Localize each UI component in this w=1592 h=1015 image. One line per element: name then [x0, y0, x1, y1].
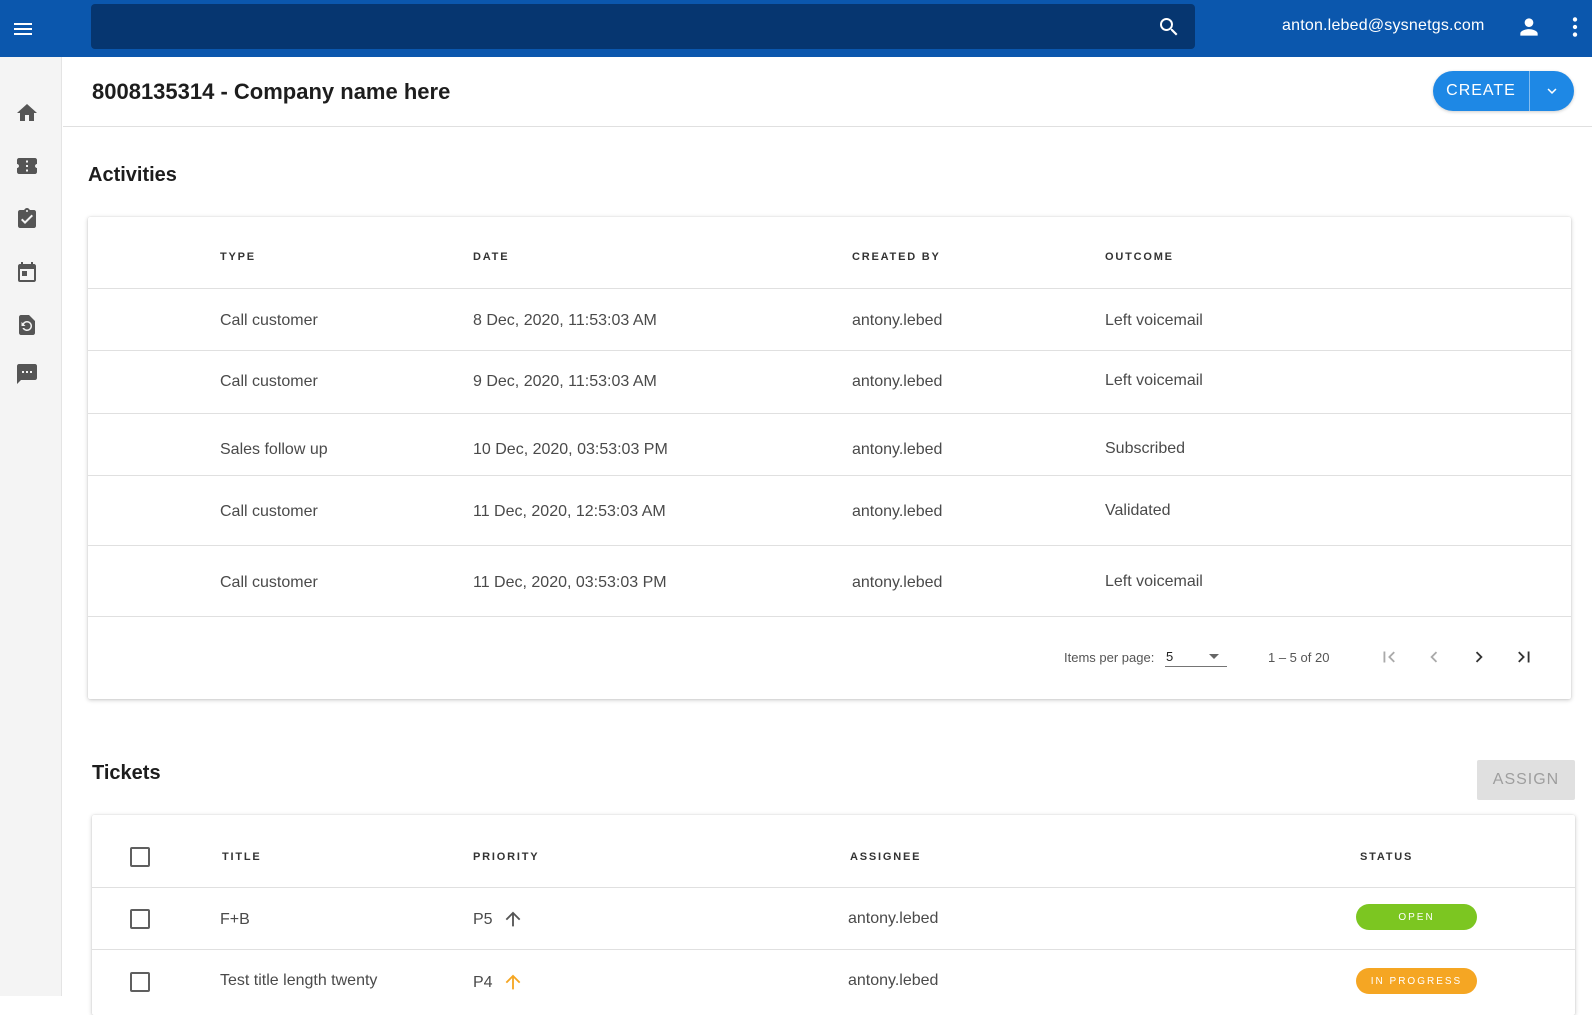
user-email: anton.lebed@sysnetgs.com: [1282, 17, 1485, 34]
last-page-button[interactable]: [1508, 641, 1540, 673]
cell-title: F+B: [220, 911, 250, 928]
cell-assignee: antony.lebed: [848, 910, 939, 927]
cell-title: Test title length twenty: [220, 972, 378, 989]
home-icon[interactable]: [14, 100, 40, 126]
row-checkbox[interactable]: [130, 972, 150, 992]
chat-icon[interactable]: [14, 361, 40, 387]
cell-created-by: antony.lebed: [852, 373, 943, 390]
cell-date: 8 Dec, 2020, 11:53:03 AM: [473, 312, 657, 329]
search-icon[interactable]: [1157, 15, 1181, 44]
column-header-type[interactable]: TYPE: [220, 251, 256, 263]
sidebar: [0, 57, 62, 996]
tickets-table: TITLE PRIORITY ASSIGNEE STATUS F+B P5 an…: [92, 815, 1575, 1015]
cell-priority: P5: [473, 911, 493, 928]
divider: [88, 475, 1571, 476]
column-header-outcome[interactable]: OUTCOME: [1105, 251, 1174, 263]
cell-date: 9 Dec, 2020, 11:53:03 AM: [473, 373, 657, 390]
range-label: 1 – 5 of 20: [1268, 650, 1330, 665]
items-per-page-value: 5: [1166, 649, 1174, 664]
more-vert-icon[interactable]: [1566, 14, 1584, 45]
cell-outcome: Left voicemail: [1105, 573, 1203, 590]
divider: [88, 288, 1571, 289]
status-badge: IN PROGRESS: [1356, 968, 1477, 994]
row-checkbox[interactable]: [130, 909, 150, 929]
cell-date: 10 Dec, 2020, 03:53:03 PM: [473, 441, 668, 458]
cell-outcome: Left voicemail: [1105, 312, 1203, 329]
column-header-created-by[interactable]: CREATED BY: [852, 251, 941, 263]
cell-date: 11 Dec, 2020, 12:53:03 AM: [473, 503, 666, 520]
cell-type: Call customer: [220, 574, 318, 591]
create-button[interactable]: CREATE: [1433, 82, 1529, 100]
cell-created-by: antony.lebed: [852, 503, 943, 520]
menu-icon[interactable]: [0, 0, 46, 57]
next-page-button[interactable]: [1463, 641, 1495, 673]
search-bar[interactable]: [91, 4, 1195, 49]
cell-outcome: Subscribed: [1105, 440, 1186, 457]
cell-type: Call customer: [220, 373, 318, 390]
first-page-icon: [1383, 651, 1395, 663]
top-app-bar: anton.lebed@sysnetgs.com: [0, 0, 1592, 57]
divider: [88, 545, 1571, 546]
cell-assignee: antony.lebed: [848, 972, 939, 989]
dropdown-arrow-icon: [1209, 654, 1219, 659]
cell-outcome: Left voicemail: [1105, 372, 1203, 389]
chevron-left-icon: [1430, 651, 1438, 663]
items-per-page-select[interactable]: 5: [1165, 645, 1227, 667]
cell-date: 11 Dec, 2020, 03:53:03 PM: [473, 574, 667, 591]
arrow-up-icon: [502, 971, 524, 998]
previous-page-button[interactable]: [1418, 641, 1450, 673]
calendar-icon[interactable]: [14, 259, 40, 285]
arrow-up-icon: [502, 908, 524, 935]
select-all-checkbox[interactable]: [130, 847, 150, 867]
chevron-right-icon: [1475, 651, 1483, 663]
page-header: 8008135314 - Company name here CREATE: [63, 57, 1592, 127]
cell-created-by: antony.lebed: [852, 312, 943, 329]
cell-type: Sales follow up: [220, 441, 328, 458]
divider: [88, 413, 1571, 414]
activities-table: TYPE DATE CREATED BY OUTCOME Call custom…: [88, 217, 1571, 699]
divider: [92, 949, 1575, 950]
chevron-down-icon[interactable]: [1530, 82, 1574, 100]
divider: [88, 350, 1571, 351]
cell-created-by: antony.lebed: [852, 441, 943, 458]
divider: [88, 616, 1571, 617]
account-icon[interactable]: [1516, 14, 1542, 45]
column-header-title[interactable]: TITLE: [222, 851, 262, 863]
last-page-icon: [1518, 651, 1530, 663]
activities-title: Activities: [88, 164, 177, 186]
first-page-button[interactable]: [1373, 641, 1405, 673]
cell-type: Call customer: [220, 503, 318, 520]
create-split-button: CREATE: [1433, 71, 1574, 111]
assignment-icon[interactable]: [14, 206, 40, 232]
status-badge: OPEN: [1356, 904, 1477, 930]
column-header-status[interactable]: STATUS: [1360, 851, 1413, 863]
assign-button[interactable]: ASSIGN: [1477, 760, 1575, 800]
history-icon[interactable]: [14, 312, 40, 338]
column-header-priority[interactable]: PRIORITY: [473, 851, 539, 863]
tickets-title: Tickets: [92, 762, 161, 784]
cell-type: Call customer: [220, 312, 318, 329]
column-header-assignee[interactable]: ASSIGNEE: [850, 851, 921, 863]
cell-created-by: antony.lebed: [852, 574, 943, 591]
cell-priority: P4: [473, 974, 493, 991]
cell-outcome: Validated: [1105, 502, 1171, 519]
items-per-page-label: Items per page:: [1064, 650, 1155, 665]
page-title: 8008135314 - Company name here: [92, 79, 451, 104]
ticket-icon[interactable]: [14, 153, 40, 179]
column-header-date[interactable]: DATE: [473, 251, 509, 263]
divider: [92, 887, 1575, 888]
